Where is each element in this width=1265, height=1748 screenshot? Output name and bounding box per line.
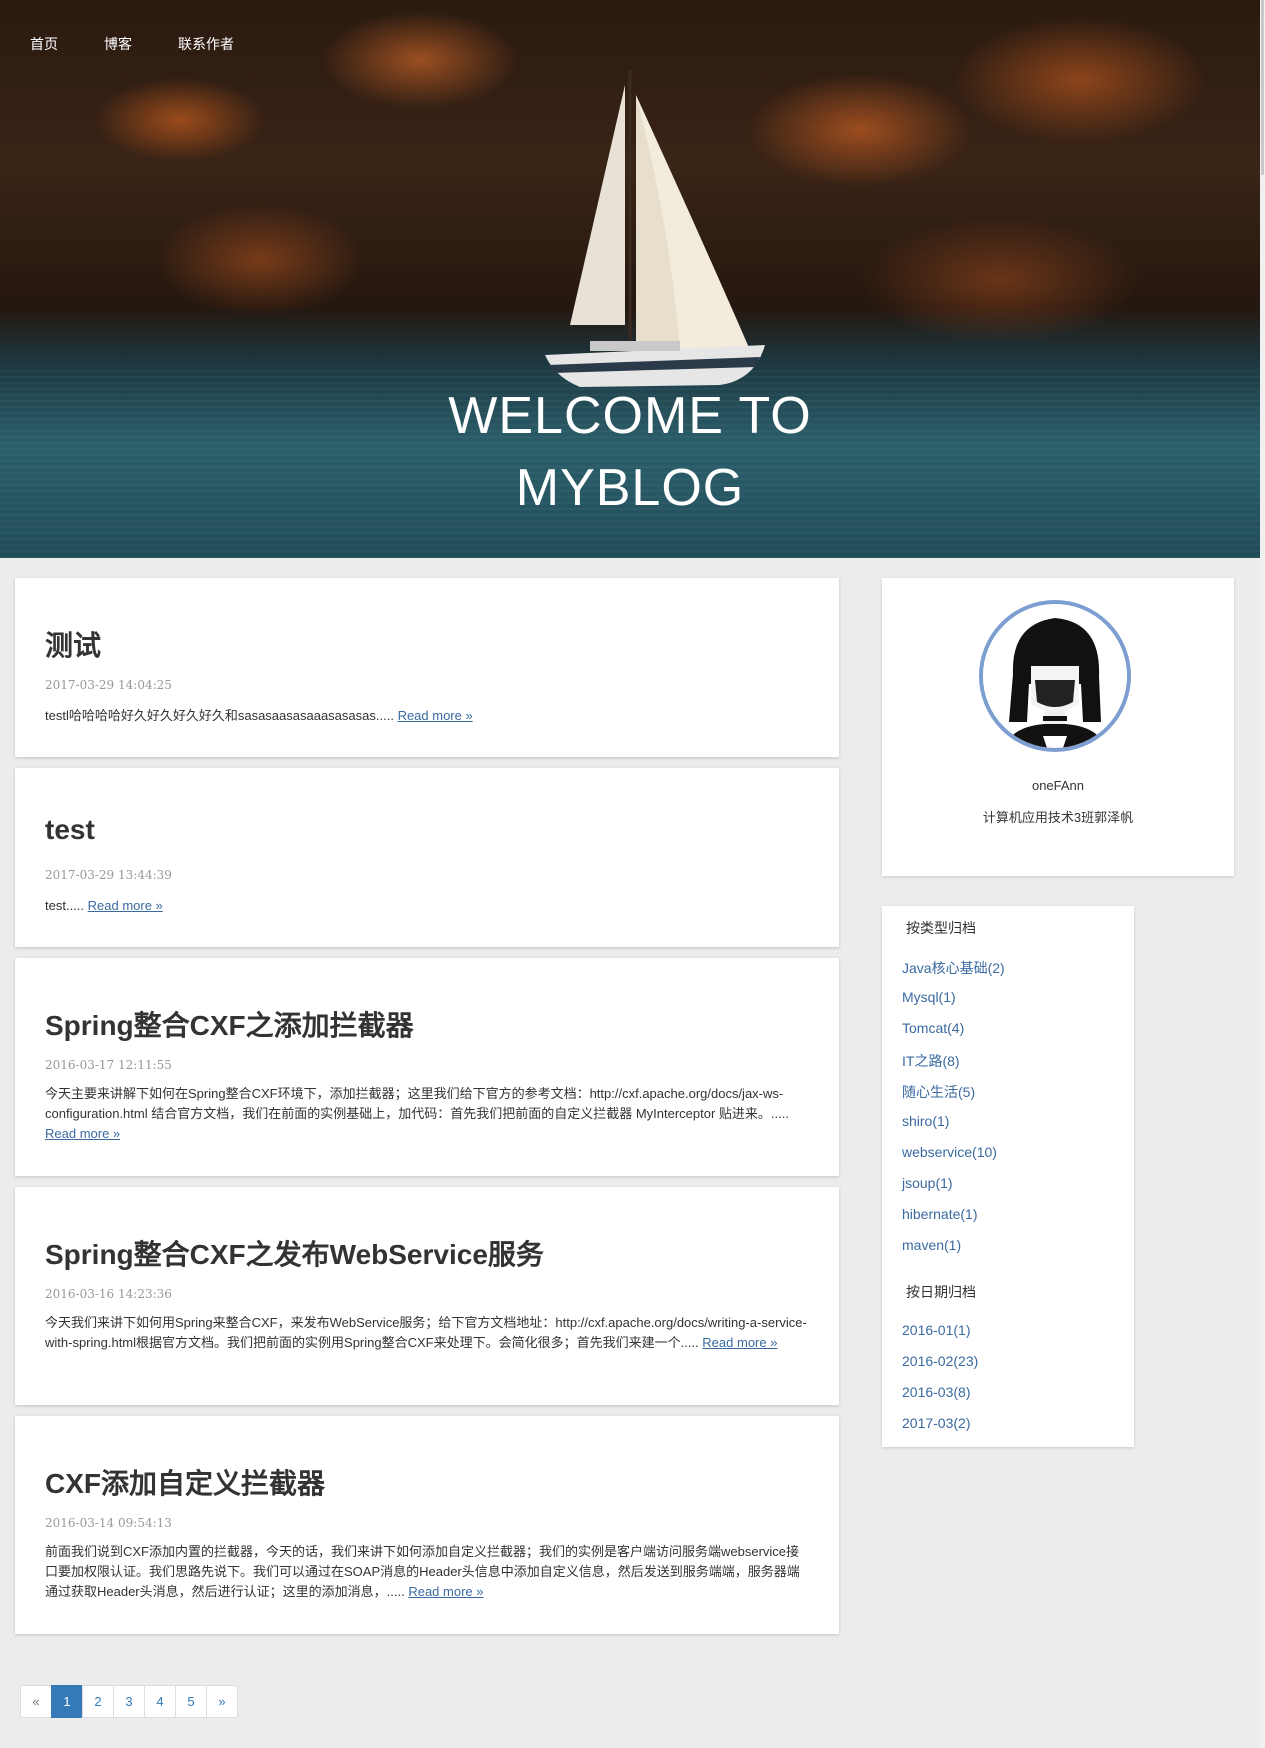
read-more-link[interactable]: Read more »: [408, 1584, 483, 1599]
post-card: 测试 2017-03-29 14:04:25 testl哈哈哈哈好久好久好久好久…: [15, 578, 839, 757]
post-excerpt: testl哈哈哈哈好久好久好久好久和sasasaasasaaasasasas..…: [45, 706, 809, 726]
archive-type-link[interactable]: jsoup(1): [902, 1175, 953, 1191]
archive-type-link[interactable]: 随心生活(5): [902, 1082, 975, 1102]
read-more-link[interactable]: Read more »: [45, 1126, 120, 1141]
post-date: 2016-03-17 12:11:55: [45, 1058, 172, 1072]
sailboat-image: [545, 70, 765, 387]
post-excerpt-text: 今天我们来讲下如何用Spring来整合CXF，来发布WebService服务；给…: [45, 1315, 807, 1350]
archive-type-link[interactable]: IT之路(8): [902, 1051, 960, 1071]
post-date: 2017-03-29 13:44:39: [45, 868, 172, 882]
post-title[interactable]: Spring整合CXF之添加拦截器: [45, 1004, 414, 1044]
pagination-prev[interactable]: «: [20, 1685, 52, 1718]
archive-type-link[interactable]: Mysql(1): [902, 989, 956, 1005]
post-title[interactable]: test: [45, 814, 95, 846]
page-scrollbar[interactable]: [1260, 0, 1265, 1748]
profile-bio: 计算机应用技术3班郭泽帆: [982, 810, 1134, 825]
pagination-page-2[interactable]: 2: [82, 1685, 114, 1718]
post-title[interactable]: CXF添加自定义拦截器: [45, 1462, 325, 1502]
pagination: « 1 2 3 4 5 »: [20, 1685, 238, 1718]
post-date: 2017-03-29 14:04:25: [45, 678, 172, 692]
hero-title: WELCOME TO MYBLOG: [380, 380, 880, 524]
hero-title-line1: WELCOME TO: [448, 387, 812, 445]
nav-home[interactable]: 首页: [30, 34, 58, 54]
post-title[interactable]: Spring整合CXF之发布WebService服务: [45, 1233, 544, 1273]
post-card: test 2017-03-29 13:44:39 test..... Read …: [15, 768, 839, 947]
pagination-page-4[interactable]: 4: [144, 1685, 176, 1718]
avatar[interactable]: [979, 600, 1131, 752]
profile-name: oneFAnn: [1031, 778, 1085, 793]
archive-date-link[interactable]: 2017-03(2): [902, 1415, 971, 1431]
profile-card: oneFAnn 计算机应用技术3班郭泽帆: [882, 578, 1234, 876]
archive-type-link[interactable]: webservice(10): [902, 1144, 997, 1160]
avatar-illustration-icon: [983, 604, 1127, 748]
post-date: 2016-03-14 09:54:13: [45, 1516, 172, 1530]
pagination-next[interactable]: »: [206, 1685, 238, 1718]
hero-title-line2: MYBLOG: [515, 459, 745, 517]
post-card: CXF添加自定义拦截器 2016-03-14 09:54:13 前面我们说到CX…: [15, 1416, 839, 1634]
archive-date-link[interactable]: 2016-01(1): [902, 1322, 971, 1338]
pagination-page-5[interactable]: 5: [175, 1685, 207, 1718]
post-excerpt-text: 今天主要来讲解下如何在Spring整合CXF环境下，添加拦截器；这里我们给下官方…: [45, 1086, 789, 1121]
nav-contact-author[interactable]: 联系作者: [178, 34, 234, 54]
archive-type-link[interactable]: hibernate(1): [902, 1206, 978, 1222]
scrollbar-thumb[interactable]: [1261, 0, 1264, 175]
archive-card: 按类型归档 Java核心基础(2) Mysql(1) Tomcat(4) IT之…: [882, 906, 1134, 1447]
post-excerpt-text: test.....: [45, 898, 85, 913]
post-date: 2016-03-16 14:23:36: [45, 1287, 172, 1301]
pagination-page-1[interactable]: 1: [51, 1685, 83, 1718]
post-card: Spring整合CXF之添加拦截器 2016-03-17 12:11:55 今天…: [15, 958, 839, 1176]
read-more-link[interactable]: Read more »: [398, 708, 473, 723]
nav-blog[interactable]: 博客: [104, 34, 132, 54]
top-nav: 首页 博客 联系作者: [30, 34, 280, 54]
pagination-page-3[interactable]: 3: [113, 1685, 145, 1718]
archive-by-type-heading: 按类型归档: [906, 920, 976, 936]
archive-by-date-heading: 按日期归档: [906, 1284, 976, 1300]
hero-banner: 首页 博客 联系作者 WELCOME TO MYBLOG: [0, 0, 1260, 558]
post-excerpt: 前面我们说到CXF添加内置的拦截器，今天的话，我们来讲下如何添加自定义拦截器；我…: [45, 1542, 809, 1602]
archive-type-link[interactable]: Java核心基础(2): [902, 958, 1005, 978]
archive-type-link[interactable]: Tomcat(4): [902, 1020, 964, 1036]
archive-type-link[interactable]: shiro(1): [902, 1113, 949, 1129]
post-excerpt-text: testl哈哈哈哈好久好久好久好久和sasasaasasaaasasasas..…: [45, 708, 394, 723]
post-excerpt: 今天我们来讲下如何用Spring来整合CXF，来发布WebService服务；给…: [45, 1313, 809, 1353]
read-more-link[interactable]: Read more »: [702, 1335, 777, 1350]
post-card: Spring整合CXF之发布WebService服务 2016-03-16 14…: [15, 1187, 839, 1405]
archive-date-link[interactable]: 2016-03(8): [902, 1384, 971, 1400]
archive-type-link[interactable]: maven(1): [902, 1237, 961, 1253]
archive-date-link[interactable]: 2016-02(23): [902, 1353, 978, 1369]
post-excerpt: 今天主要来讲解下如何在Spring整合CXF环境下，添加拦截器；这里我们给下官方…: [45, 1084, 809, 1144]
read-more-link[interactable]: Read more »: [88, 898, 163, 913]
post-title[interactable]: 测试: [45, 624, 101, 664]
post-excerpt: test..... Read more »: [45, 896, 809, 916]
